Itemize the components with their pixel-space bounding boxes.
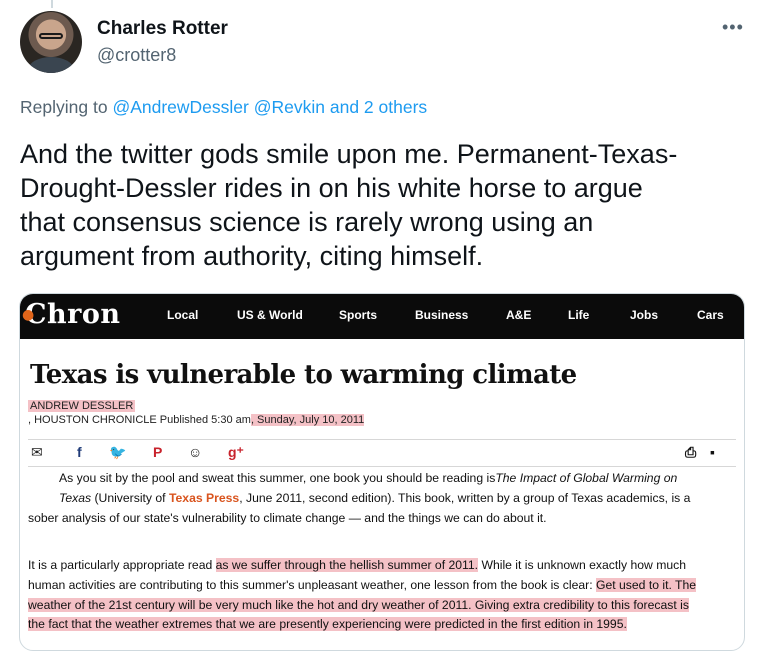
email-icon: ✉: [31, 444, 43, 460]
chron-navbar: ● Chron Local US & World Sports Business …: [20, 294, 744, 339]
nav-item-ae: A&E: [506, 308, 532, 322]
nav-item-business: Business: [415, 308, 469, 322]
avatar-shirt: [28, 57, 74, 73]
tweet-text-line: And the twitter gods smile upon me. Perm…: [20, 139, 678, 169]
nav-item-us-world: US & World: [237, 308, 303, 322]
tweet-text-line: that consensus science is rarely wrong u…: [20, 207, 594, 237]
facebook-icon: f: [77, 444, 82, 460]
article-byline: ANDREW DESSLER: [28, 400, 136, 412]
comment-icon: ▪: [710, 444, 715, 460]
twitter-icon: 🐦: [109, 444, 127, 460]
author-name[interactable]: Charles Rotter: [97, 18, 228, 40]
mention-link-1[interactable]: @AndrewDessler: [112, 97, 248, 117]
article-paragraph-2: It is a particularly appropriate read as…: [28, 558, 697, 632]
nav-item-local: Local: [167, 308, 199, 322]
print-icon: ⎙: [685, 444, 697, 460]
others-link[interactable]: and 2 others: [330, 97, 427, 117]
publisher-info: , HOUSTON CHRONICLE Published 5:30 am: [28, 414, 251, 426]
avatar-glasses: [39, 33, 63, 39]
tweet-text-line: Drought-Dessler rides in on his white ho…: [20, 173, 643, 203]
share-bar-top-rule: [28, 439, 736, 440]
thread-connector-line: [51, 0, 53, 8]
replying-to-line: Replying to @AndrewDessler @Revkin and 2…: [20, 97, 427, 118]
reddit-icon: ☺: [188, 444, 203, 460]
article-title: Texas is vulnerable to warming climate: [30, 360, 577, 390]
publish-date: , Sunday, July 10, 2011: [250, 414, 365, 426]
tweet-media-image[interactable]: ● Chron Local US & World Sports Business …: [19, 293, 745, 651]
article-publish-info: , HOUSTON CHRONICLE Published 5:30 am, S…: [28, 414, 365, 426]
nav-item-life: Life: [568, 308, 590, 322]
nav-item-cars: Cars: [697, 308, 724, 322]
texas-press-link: Texas Press: [168, 490, 240, 505]
nav-item-sports: Sports: [339, 308, 378, 322]
avatar[interactable]: [20, 11, 82, 73]
mention-link-2[interactable]: @Revkin: [254, 97, 325, 117]
more-horizontal-icon[interactable]: •••: [722, 17, 744, 38]
google-plus-icon: g⁺: [228, 444, 244, 460]
article-paragraph-1: As you sit by the pool and sweat this su…: [28, 471, 691, 525]
share-bar-bottom-rule: [28, 466, 736, 467]
pinterest-icon: P: [153, 444, 163, 460]
replying-to-label: Replying to: [20, 97, 108, 117]
nav-item-jobs: Jobs: [630, 308, 659, 322]
chron-logo: ● Chron: [22, 299, 121, 330]
author-handle[interactable]: @crotter8: [97, 45, 176, 66]
tweet-text-line: argument from authority, citing himself.: [20, 241, 484, 271]
tweet-text: And the twitter gods smile upon me. Perm…: [20, 137, 750, 273]
